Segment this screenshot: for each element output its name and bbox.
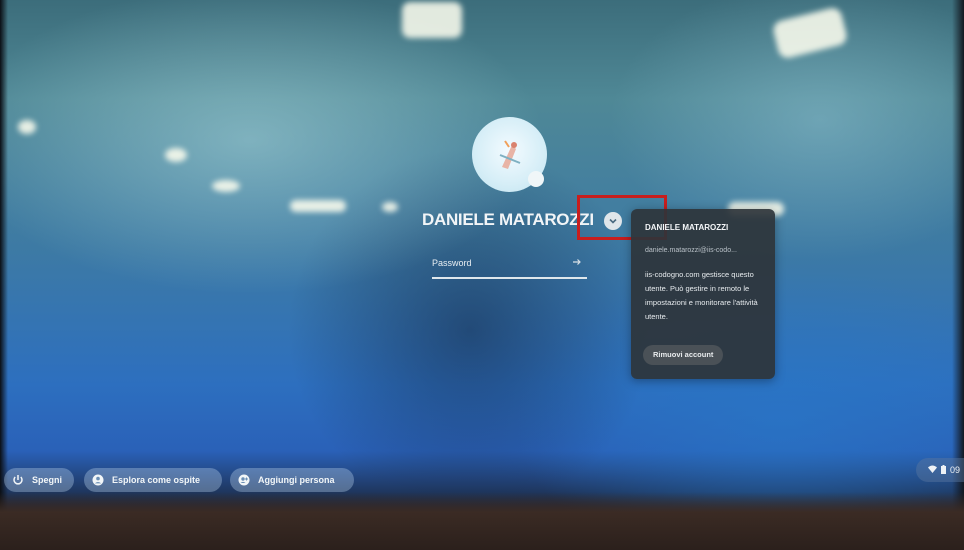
screen-bezel-bottom	[0, 492, 964, 550]
arrow-right-icon	[573, 259, 581, 265]
light-reflection	[382, 202, 398, 212]
clock-time: 09	[950, 465, 961, 475]
avatar-badge	[528, 171, 544, 187]
add-person-label: Aggiungi persona	[258, 475, 335, 485]
power-icon	[12, 474, 24, 486]
remove-account-button[interactable]: Rimuovi account	[643, 345, 724, 365]
browse-as-guest-button[interactable]: Esplora come ospite	[84, 468, 222, 492]
light-reflection	[212, 180, 240, 192]
battery-icon	[941, 464, 946, 476]
submit-button[interactable]	[572, 256, 582, 270]
shutdown-button[interactable]: Spegni	[4, 468, 74, 492]
light-reflection	[290, 200, 346, 212]
light-reflection	[402, 2, 462, 38]
light-reflection	[165, 148, 187, 162]
popup-user-name: DANIELE MATAROZZI	[645, 223, 729, 232]
password-underline	[432, 277, 587, 279]
person-icon	[92, 474, 104, 486]
wifi-icon	[928, 465, 937, 475]
screen-bezel-left	[0, 0, 8, 550]
browse-as-guest-label: Esplora come ospite	[112, 475, 201, 485]
user-name: DANIELE MATAROZZI	[422, 210, 594, 229]
password-input[interactable]: Password	[432, 258, 472, 268]
managed-account-message: iis-codogno.com gestisce questo utente. …	[645, 270, 758, 321]
account-popup: DANIELE MATAROZZI daniele.matarozzi@iis-…	[631, 209, 775, 379]
light-reflection	[18, 120, 36, 134]
popup-user-email: daniele.matarozzi@iis-codo...	[645, 247, 737, 254]
add-person-button[interactable]: Aggiungi persona	[230, 468, 354, 492]
status-tray[interactable]: 09	[916, 458, 964, 482]
add-person-icon	[238, 474, 250, 486]
shutdown-label: Spegni	[32, 475, 63, 485]
